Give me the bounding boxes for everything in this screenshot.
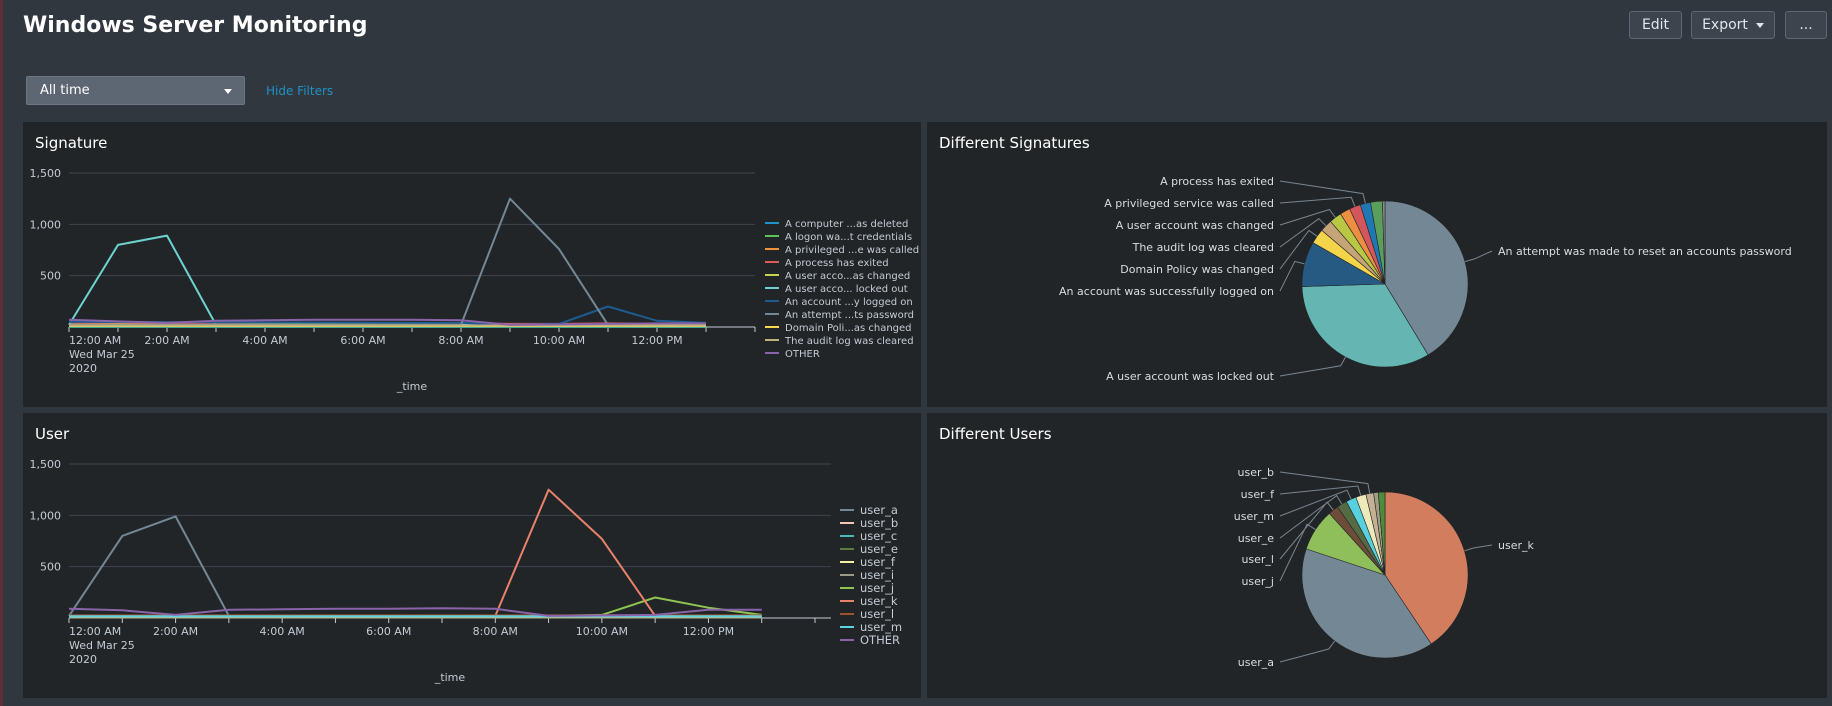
legend-item[interactable]: An attempt ...ts password	[785, 310, 914, 321]
time-range-picker[interactable]: All time	[26, 76, 245, 105]
y-tick-label: 1,500	[30, 167, 62, 180]
x-tick-sublabel: 2020	[69, 653, 97, 666]
x-tick-label: 6:00 AM	[340, 334, 385, 347]
x-tick-label: 8:00 AM	[473, 625, 518, 638]
pie-label: A privileged service was called	[1104, 197, 1274, 210]
y-tick-label: 1,000	[30, 509, 62, 522]
x-tick-label: 4:00 AM	[242, 334, 287, 347]
legend-item[interactable]: A process has exited	[785, 258, 889, 269]
user-line-chart: 500 1,000 1,500 12:00 AM 2:00 AM 4:00 AM 6:00 …	[30, 458, 903, 684]
y-tick-label: 1,500	[30, 458, 62, 471]
pie-leader-line	[1279, 356, 1346, 377]
x-tick-label: 10:00 AM	[576, 625, 628, 638]
pie-leader-line	[1279, 196, 1356, 207]
legend-item[interactable]: user_b	[860, 516, 898, 530]
y-tick-label: 1,000	[30, 218, 62, 231]
more-actions-button[interactable]: ...	[1785, 11, 1827, 39]
edit-button-label: Edit	[1641, 17, 1670, 33]
x-axis-title: _time	[396, 380, 428, 393]
x-tick-label: 12:00 AM	[69, 625, 121, 638]
signature-line-chart: 500 1,000 1,500 12:00 AM 2:00 AM 4:00 AM 6:00 …	[30, 167, 920, 393]
legend-item[interactable]: user_c	[860, 529, 897, 543]
y-tick-label: 500	[40, 561, 61, 574]
time-range-value: All time	[40, 83, 90, 98]
legend-item[interactable]: user_k	[860, 594, 898, 608]
chevron-down-icon	[1755, 22, 1764, 28]
legend-item[interactable]: user_j	[860, 581, 894, 595]
legend-item[interactable]: user_m	[860, 620, 902, 634]
legend-item[interactable]: OTHER	[860, 633, 900, 647]
series-line[interactable]	[69, 488, 762, 617]
x-tick-label: 6:00 AM	[366, 625, 411, 638]
page-title: Windows Server Monitoring	[23, 13, 368, 38]
pie-leader-line	[1464, 544, 1493, 552]
dashboard: Windows Server Monitoring Edit Export ..…	[0, 0, 1832, 706]
x-tick-label: 2:00 AM	[153, 625, 198, 638]
pie-label: user_b	[1238, 466, 1274, 479]
x-axis-title: _time	[434, 671, 466, 684]
x-tick-label: 10:00 AM	[533, 334, 585, 347]
legend-item[interactable]: user_l	[860, 607, 894, 621]
pie-label: A process has exited	[1160, 175, 1274, 188]
x-tick-sublabel: 2020	[69, 362, 97, 375]
series-line[interactable]	[69, 596, 762, 617]
different-users-panel: Different Users user_k user_a user_j user_l…	[927, 413, 1827, 698]
pie-label: user_m	[1234, 510, 1274, 523]
pie-label: An account was successfully logged on	[1059, 285, 1274, 298]
legend-item[interactable]: A user acco... locked out	[785, 284, 908, 295]
pie-leader-line	[1279, 471, 1371, 494]
y-tick-label: 500	[40, 270, 61, 283]
pie-label: user_e	[1238, 532, 1274, 545]
series-line[interactable]	[68, 234, 706, 326]
series-line[interactable]	[69, 197, 706, 326]
user-panel: User 500 1,000 1,500 12:00 AM 2:00 AM 4:00 AM…	[23, 413, 921, 698]
pie-leader-line	[1279, 208, 1336, 226]
pie-label: A user account was changed	[1116, 219, 1274, 232]
export-button[interactable]: Export	[1691, 11, 1775, 39]
legend-item[interactable]: user_e	[860, 542, 898, 556]
legend-item[interactable]: A logon wa...t credentials	[785, 232, 912, 243]
pie-label: user_a	[1238, 656, 1274, 669]
pie-label: Domain Policy was changed	[1120, 263, 1274, 276]
pie-label: user_l	[1241, 553, 1274, 566]
legend-item[interactable]: The audit log was cleared	[784, 336, 914, 347]
pie-label: user_f	[1241, 488, 1275, 501]
hide-filters-link[interactable]: Hide Filters	[266, 84, 333, 98]
pie-label: user_j	[1241, 575, 1274, 588]
edit-button[interactable]: Edit	[1629, 11, 1682, 39]
user-pie-chart: user_k user_a user_j user_l user_e user_m user…	[1234, 466, 1535, 669]
x-tick-sublabel: Wed Mar 25	[69, 639, 135, 652]
x-tick-label: 8:00 AM	[438, 334, 483, 347]
legend-item[interactable]: user_a	[860, 503, 898, 517]
legend-item[interactable]: user_i	[860, 568, 894, 582]
x-tick-label: 12:00 PM	[631, 334, 682, 347]
pie-label: The audit log was cleared	[1132, 241, 1274, 254]
pie-label: An attempt was made to reset an accounts…	[1498, 245, 1792, 258]
chevron-down-icon	[224, 89, 232, 94]
legend-item[interactable]: A computer ...as deleted	[785, 219, 908, 230]
more-actions-label: ...	[1799, 17, 1813, 33]
x-tick-sublabel: Wed Mar 25	[69, 348, 135, 361]
signature-panel: Signature 500 1,000 1,500 12:00 AM 2:00 AM 4:…	[23, 122, 921, 407]
x-tick-label: 4:00 AM	[260, 625, 305, 638]
legend-item[interactable]: A user acco...as changed	[785, 271, 910, 282]
series-line[interactable]	[68, 515, 762, 617]
signature-pie-chart: An attempt was made to reset an accounts…	[1059, 175, 1792, 383]
x-tick-label: 12:00 PM	[683, 625, 734, 638]
different-signatures-panel: Different Signatures An attempt was made…	[927, 122, 1827, 407]
legend-item[interactable]: Domain Poli...as changed	[785, 323, 912, 334]
legend-item[interactable]: user_f	[860, 555, 896, 569]
legend-item[interactable]: An account ...y logged on	[785, 297, 913, 308]
x-tick-label: 12:00 AM	[69, 334, 121, 347]
export-button-label: Export	[1702, 17, 1748, 33]
pie-leader-line	[1279, 640, 1336, 663]
pie-leader-line	[1279, 260, 1305, 292]
x-tick-label: 2:00 AM	[144, 334, 189, 347]
pie-label: user_k	[1498, 539, 1534, 552]
pie-leader-line	[1464, 250, 1493, 263]
legend-item[interactable]: A privileged ...e was called	[785, 245, 919, 256]
pie-label: A user account was locked out	[1106, 370, 1275, 383]
legend-item[interactable]: OTHER	[785, 349, 820, 360]
